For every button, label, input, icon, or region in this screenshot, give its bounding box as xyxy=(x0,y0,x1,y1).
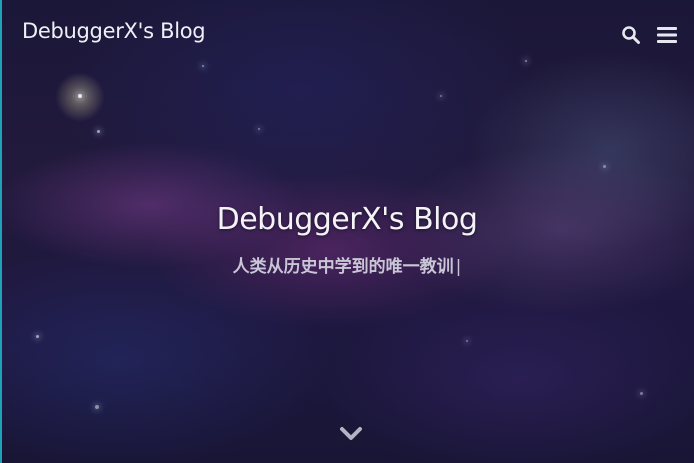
star xyxy=(97,130,100,133)
star xyxy=(525,60,527,62)
star xyxy=(466,340,468,342)
scroll-down-button[interactable] xyxy=(338,424,364,444)
star xyxy=(78,94,82,98)
hero-subtitle-text: 人类从历史中学到的唯一教训 xyxy=(232,257,454,277)
menu-icon xyxy=(657,27,677,43)
hero-subtitle: 人类从历史中学到的唯一教训 | xyxy=(0,252,694,277)
hero-banner: DebuggerX's Blog DebuggerX's Blog 人类从历史中… xyxy=(0,0,694,463)
typing-cursor: | xyxy=(455,257,462,277)
star xyxy=(36,335,39,338)
chevron-down-icon xyxy=(340,427,362,440)
nav-icons xyxy=(620,24,678,46)
star xyxy=(440,95,442,97)
hero-title: DebuggerX's Blog xyxy=(216,202,478,237)
search-icon xyxy=(622,26,640,44)
menu-button[interactable] xyxy=(656,24,678,46)
search-button[interactable] xyxy=(620,24,642,46)
star xyxy=(640,392,643,395)
site-title[interactable]: DebuggerX's Blog xyxy=(22,19,206,43)
star xyxy=(258,128,260,130)
star xyxy=(603,165,606,168)
star xyxy=(95,405,99,409)
star xyxy=(202,65,204,67)
